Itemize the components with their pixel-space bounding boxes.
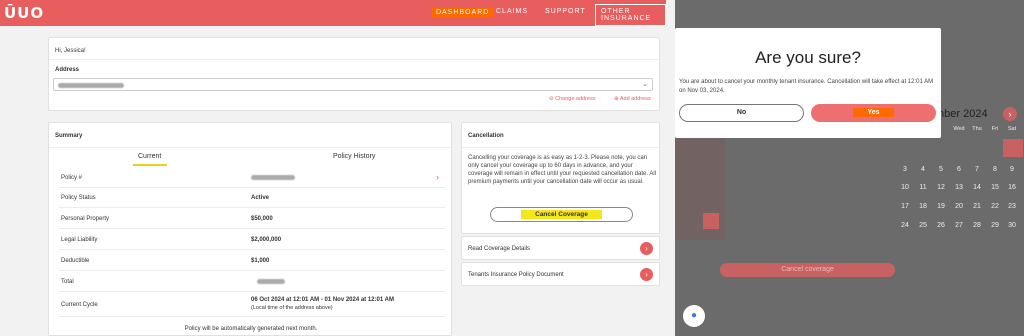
address-select[interactable]: ⌄ xyxy=(53,78,653,91)
nav-dashboard[interactable]: DASHBOARD xyxy=(432,8,494,17)
modal-body: You are about to cancel your monthly ten… xyxy=(679,79,934,94)
total-redacted xyxy=(257,279,285,284)
selected-date-fragment xyxy=(703,213,719,229)
summary-title: Summary xyxy=(55,133,83,139)
yes-button[interactable]: Yes xyxy=(811,104,936,122)
chevron-right-icon[interactable]: › xyxy=(640,242,653,255)
chat-icon[interactable]: ● xyxy=(683,305,705,327)
summary-row-total: Total xyxy=(59,272,445,292)
greeting-card: Hi, Jessica! Address ⌄ ⊘ Change address … xyxy=(48,37,661,111)
add-address-link[interactable]: ⊕ Add address xyxy=(614,96,651,102)
summary-row-property: Personal Property $50,000 xyxy=(59,209,445,229)
dashboard-page: ŪUO DASHBOARD CLAIMS SUPPORT OTHER INSUR… xyxy=(0,0,704,336)
cancellation-text: Cancelling your coverage is as easy as 1… xyxy=(468,155,656,185)
change-address-link[interactable]: ⊘ Change address xyxy=(549,96,596,102)
read-coverage-link[interactable]: Read Coverage Details › xyxy=(461,236,660,260)
policy-number-redacted xyxy=(251,175,295,180)
chevron-right-icon[interactable]: › xyxy=(436,172,439,182)
calendar-title: mber 2024 xyxy=(935,108,988,120)
address-label: Address xyxy=(55,67,80,73)
no-button[interactable]: No xyxy=(679,104,804,122)
tab-current[interactable]: Current xyxy=(138,153,161,160)
cancellation-card: Cancellation Cancelling your coverage is… xyxy=(461,122,661,234)
chevron-down-icon[interactable]: ⌄ xyxy=(642,80,648,88)
summary-card: Summary Current Policy History Policy # … xyxy=(48,122,453,336)
summary-row-liability: Legal Liability $2,000,000 xyxy=(59,230,445,250)
summary-row-cycle: Current Cycle 06 Oct 2024 at 12:01 AM - … xyxy=(59,293,445,317)
address-value-redacted xyxy=(58,83,124,88)
confirm-cancel-modal: Are you sure? You are about to cancel yo… xyxy=(675,28,941,138)
tab-policy-history[interactable]: Policy History xyxy=(333,153,375,160)
greeting-text: Hi, Jessica! xyxy=(55,48,86,54)
top-navbar: ŪUO DASHBOARD CLAIMS SUPPORT OTHER INSUR… xyxy=(0,0,704,26)
cancel-coverage-button[interactable]: Cancel Coverage xyxy=(490,207,633,222)
calendar-selected-cell xyxy=(1003,139,1023,157)
summary-footer: Policy will be automatically generated n… xyxy=(184,326,318,332)
summary-row-status: Policy Status Active xyxy=(59,188,445,208)
other-insurance-button[interactable]: OTHER INSURANCE xyxy=(595,4,666,26)
cancellation-title: Cancellation xyxy=(468,133,504,139)
nav-claims[interactable]: CLAIMS xyxy=(496,8,528,15)
modal-title: Are you sure? xyxy=(755,48,861,67)
next-month-icon[interactable]: › xyxy=(1003,107,1017,121)
logo[interactable]: ŪUO xyxy=(4,4,44,22)
summary-row-deductible: Deductible $1,000 xyxy=(59,251,445,271)
tab-current-underline xyxy=(133,164,167,166)
chevron-right-icon[interactable]: › xyxy=(640,268,653,281)
summary-row-policy[interactable]: Policy # › xyxy=(59,168,445,188)
cancel-coverage-background-button[interactable]: Cancel coverage xyxy=(720,263,895,277)
policy-document-link[interactable]: Tenants Insurance Policy Document › xyxy=(461,262,660,286)
nav-support[interactable]: SUPPORT xyxy=(545,8,586,15)
